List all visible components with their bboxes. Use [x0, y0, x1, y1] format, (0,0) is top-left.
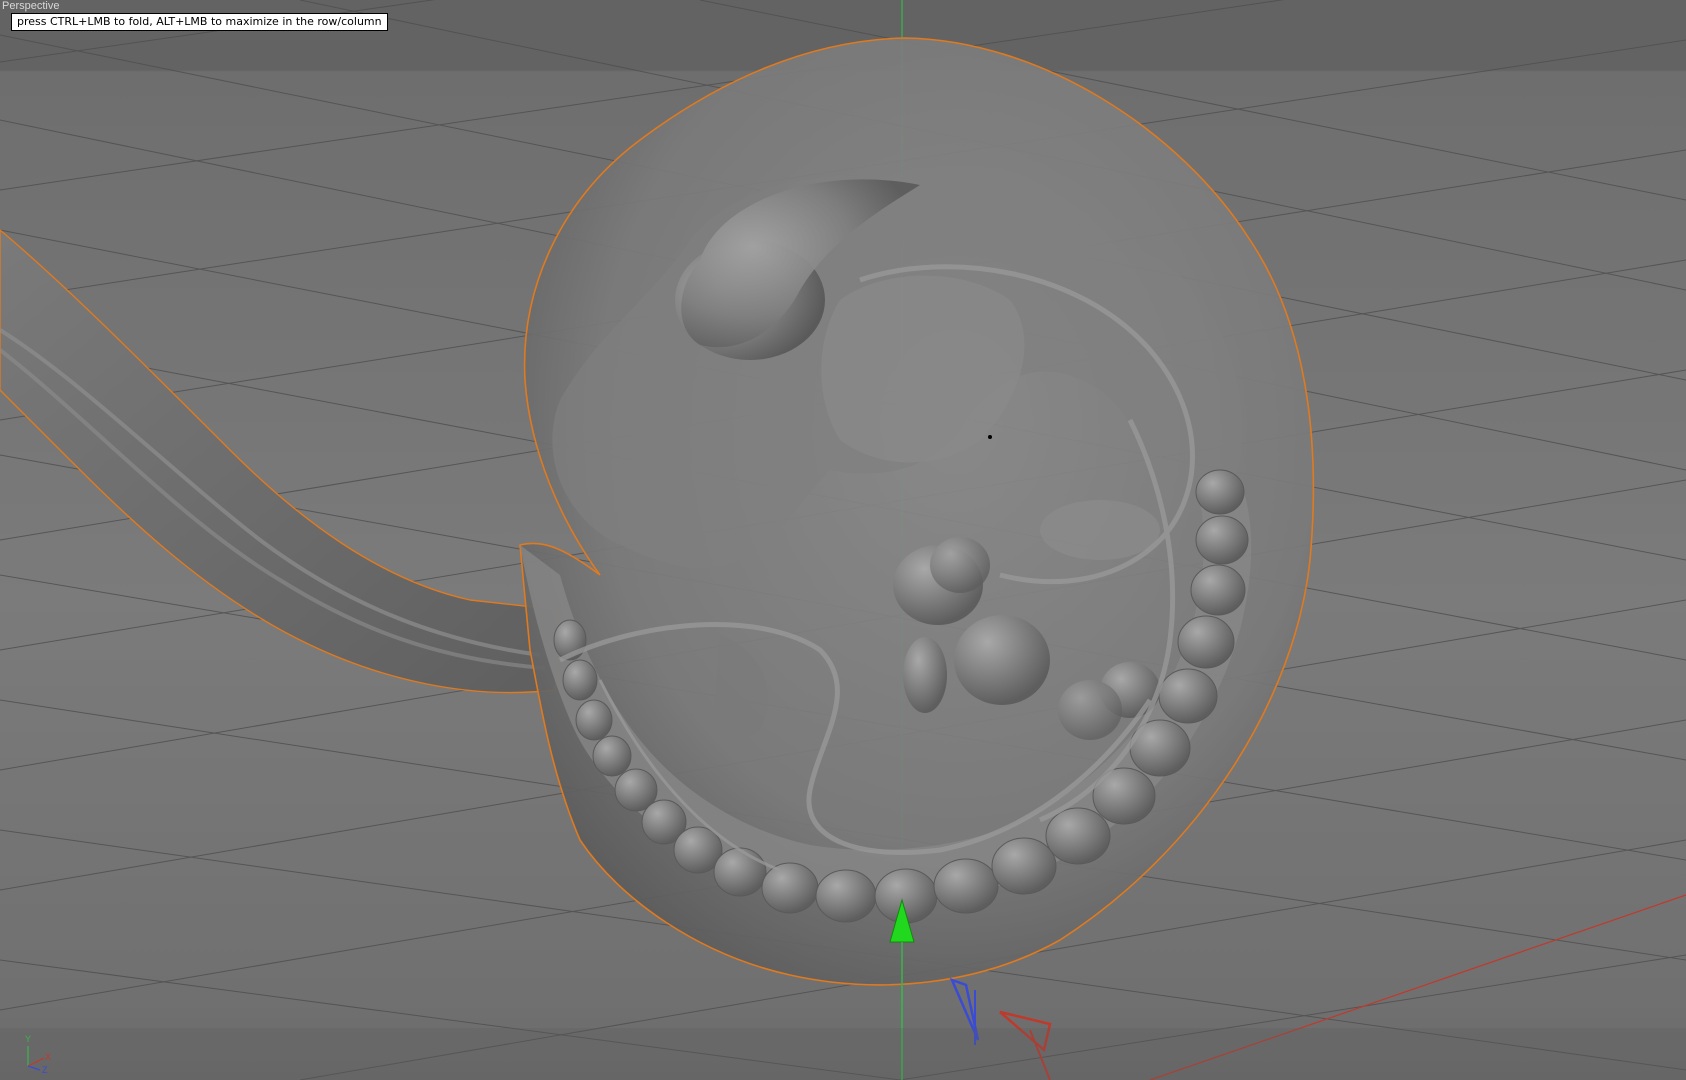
viewport-scene[interactable]	[0, 0, 1686, 1080]
world-axis-icon	[27, 1046, 45, 1071]
3d-viewport[interactable]: Perspective press CTRL+LMB to fold, ALT+…	[0, 0, 1686, 1080]
x-axis-line	[1149, 894, 1686, 1080]
world-axis-z-label: Z	[42, 1065, 48, 1075]
viewport-camera-label[interactable]: Perspective	[0, 0, 61, 12]
world-axis-indicator: Y X Z	[18, 1034, 58, 1076]
world-axis-x-label: X	[45, 1052, 52, 1062]
move-x-arrow	[999, 1010, 1052, 1053]
tooltip: press CTRL+LMB to fold, ALT+LMB to maxim…	[11, 13, 388, 31]
pivot-dot	[988, 435, 992, 439]
world-axis-y-label: Y	[25, 1034, 32, 1044]
